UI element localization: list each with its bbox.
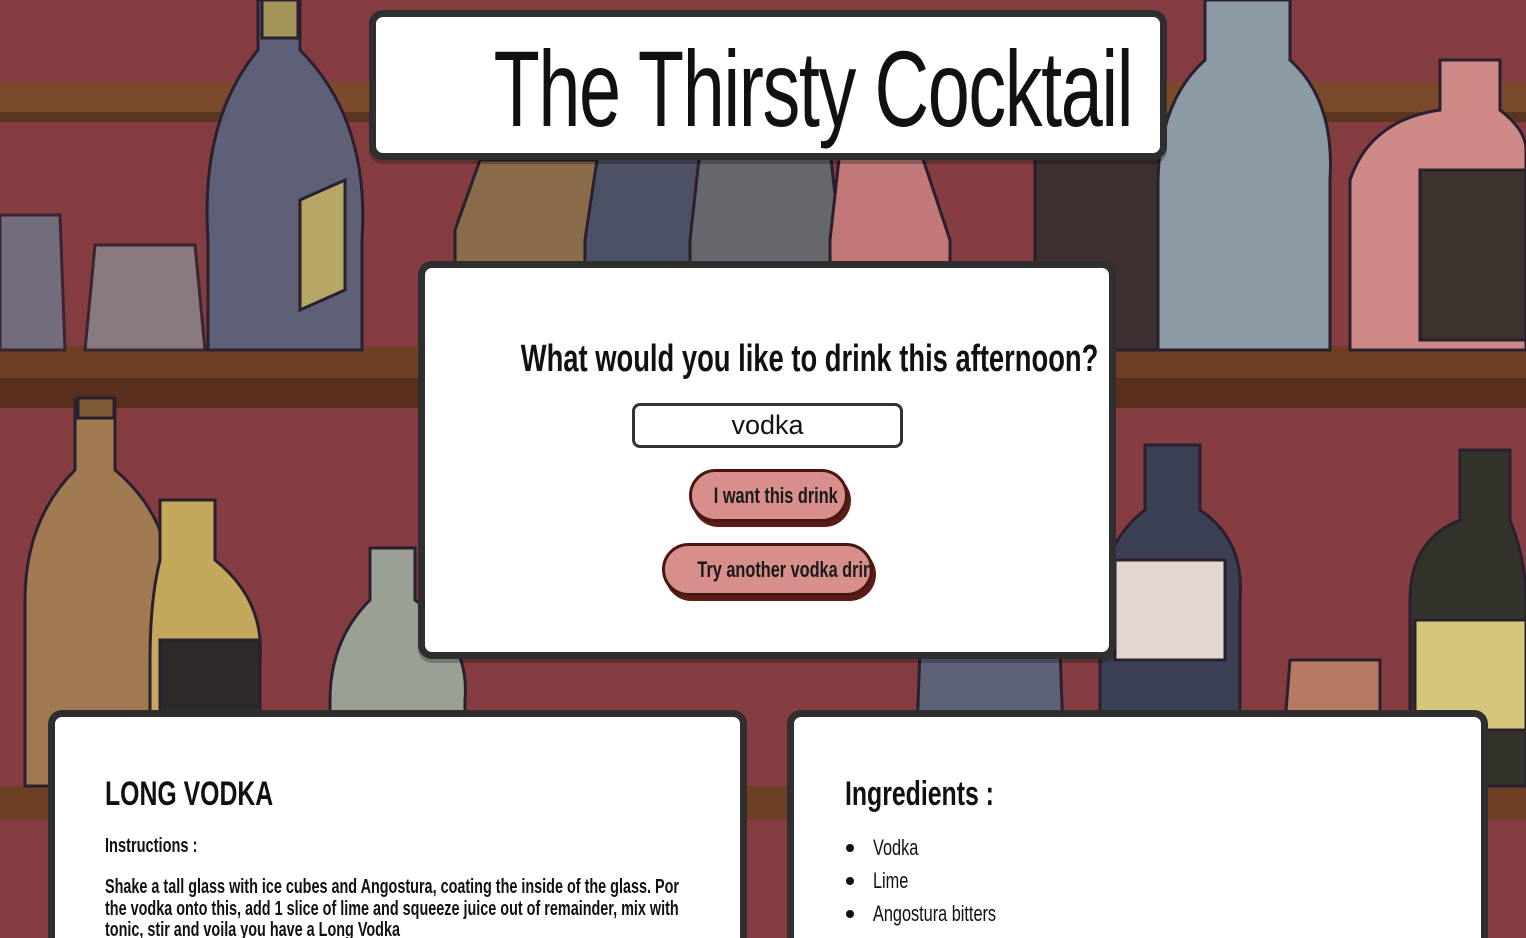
drink-instructions: Shake a tall glass with ice cubes and An… [105,876,680,938]
bullet-icon [846,877,854,885]
ingredients-title: Ingredients : [845,775,994,813]
ingredients-list: Vodka Lime Angostura bitters Tonic water [845,831,1039,938]
try-another-drink-button-label: Try another vodka drink [697,556,873,582]
instructions-label: Instructions : [105,835,198,857]
try-another-drink-button[interactable]: Try another vodka drink [662,543,873,596]
drink-search-input[interactable] [632,403,903,448]
drink-search-panel: What would you like to drink this aftern… [418,261,1116,659]
site-header: The Thirsty Cocktail [369,10,1167,160]
ingredient-item: Vodka [845,831,1039,864]
want-drink-button-label: I want this drink [713,482,838,508]
bullet-icon [846,844,854,852]
want-drink-button[interactable]: I want this drink [689,469,848,522]
ingredients-card: Ingredients : Vodka Lime Angostura bitte… [787,710,1488,938]
search-question: What would you like to drink this aftern… [520,338,1099,380]
drink-name: LONG VODKA [105,775,274,813]
site-title: The Thirsty Cocktail [493,28,1134,149]
ingredient-item: Tonic water [845,930,1039,938]
drink-details-card: LONG VODKA Instructions : Shake a tall g… [48,710,747,938]
ingredient-item: Lime [845,864,1039,897]
ingredient-item: Angostura bitters [845,897,1039,930]
bullet-icon [846,910,854,918]
